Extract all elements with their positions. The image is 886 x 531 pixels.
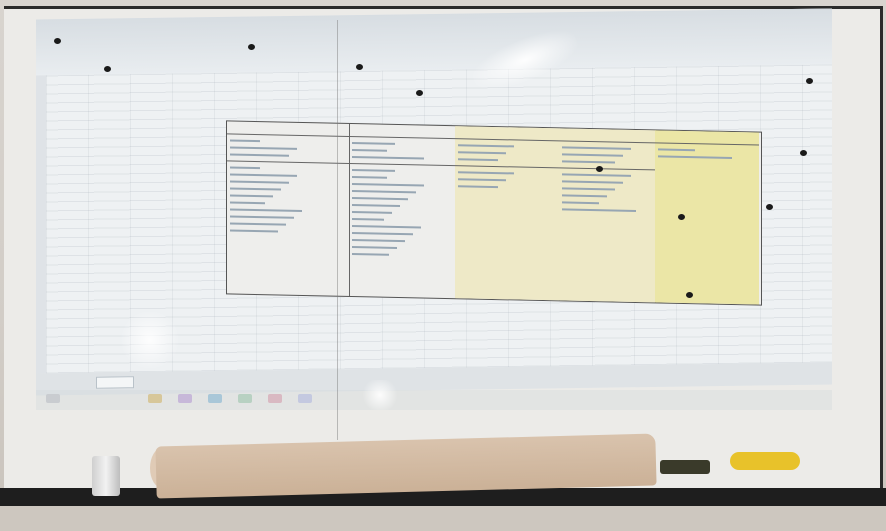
magnet <box>766 204 773 210</box>
schedule-column <box>227 121 350 296</box>
magnet <box>104 66 111 72</box>
schedule-column-body <box>655 143 759 164</box>
schedule-column-body <box>227 134 349 239</box>
magnet <box>678 214 685 220</box>
light-glare <box>120 310 180 370</box>
taskbar-app-icon <box>148 394 162 403</box>
taskbar-app-icon <box>268 394 282 403</box>
schedule-table <box>226 120 762 306</box>
magnet <box>248 44 255 50</box>
projected-taskbar <box>36 390 832 410</box>
schedule-column <box>455 126 560 301</box>
taskbar-app-icon <box>298 394 312 403</box>
schedule-entry <box>562 206 652 214</box>
schedule-column <box>655 130 759 305</box>
schedule-entry <box>562 158 652 166</box>
schedule-section-divider <box>559 167 655 171</box>
sheet-tab <box>96 376 134 389</box>
schedule-section-divider <box>227 160 349 164</box>
schedule-column <box>349 123 456 299</box>
magnet <box>596 166 603 172</box>
schedule-column <box>559 128 656 303</box>
whiteboard-seam <box>337 20 338 440</box>
magnet <box>800 150 807 156</box>
schedule-entry <box>352 251 452 259</box>
schedule-column-body <box>559 141 655 217</box>
taskbar-app-icon <box>238 394 252 403</box>
taskbar-app-icon <box>46 394 60 403</box>
schedule-section-divider <box>455 165 559 169</box>
magnet <box>416 90 423 96</box>
light-glare <box>360 380 400 410</box>
magnet <box>356 64 363 70</box>
floor <box>0 506 886 531</box>
schedule-entry <box>230 227 346 235</box>
schedule-column-body <box>349 137 455 262</box>
schedule-column-body <box>455 139 559 194</box>
schedule-entry <box>458 156 556 164</box>
magnet <box>686 292 693 298</box>
cup <box>92 456 120 496</box>
schedule-section-divider <box>349 162 455 167</box>
tape-roll <box>730 452 800 470</box>
schedule-entry <box>458 183 556 191</box>
row-number-gutter <box>36 75 46 374</box>
magnet <box>54 38 61 44</box>
taskbar-app-icon <box>178 394 192 403</box>
schedule-entry <box>352 154 452 162</box>
magnet <box>806 78 813 84</box>
taskbar-app-icon <box>208 394 222 403</box>
schedule-entry <box>230 151 346 159</box>
eraser <box>660 460 710 474</box>
schedule-entry <box>658 153 756 161</box>
